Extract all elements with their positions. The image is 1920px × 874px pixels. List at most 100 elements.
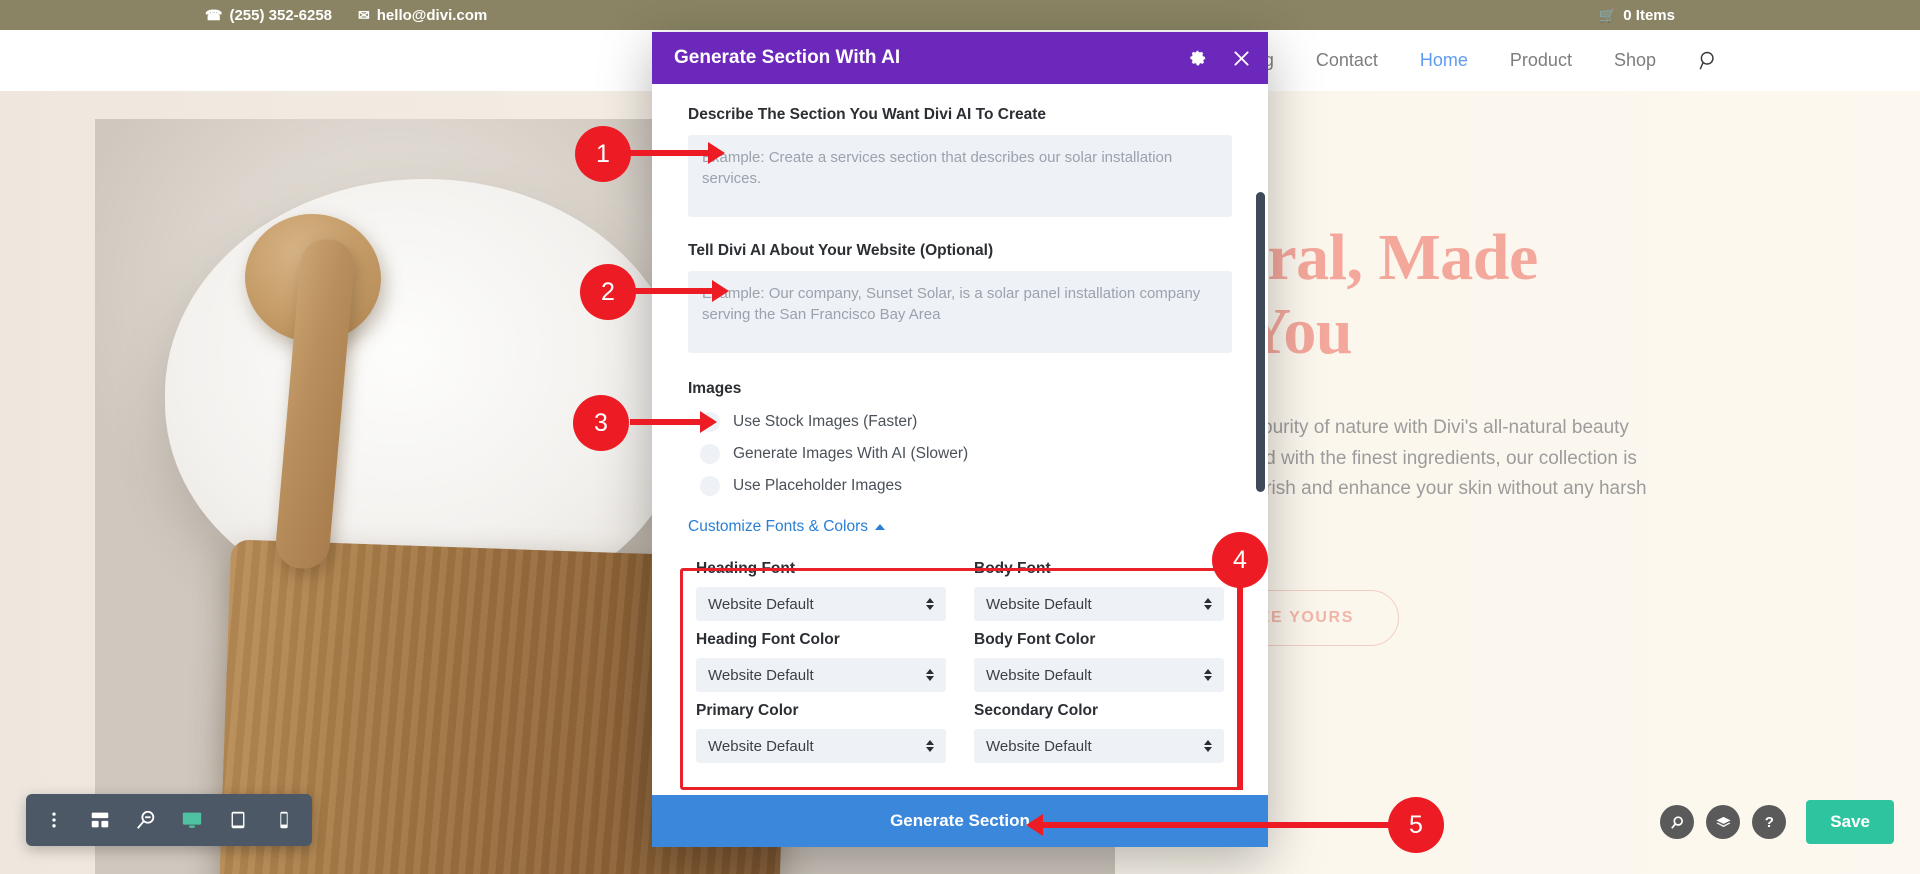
modal-header-actions xyxy=(1186,47,1252,69)
heading-font-color-select[interactable]: Website Default xyxy=(696,658,946,692)
placeholder-images-radio[interactable]: Use Placeholder Images xyxy=(700,476,1232,496)
body-font-field: Body Font Website Default xyxy=(974,550,1224,621)
customize-fonts-colors-label: Customize Fonts & Colors xyxy=(688,518,868,536)
body-font-color-field: Body Font Color Website Default xyxy=(974,621,1224,692)
radio-unselected-icon xyxy=(700,476,720,496)
zoom-out-icon[interactable] xyxy=(124,798,168,842)
radio-unselected-icon xyxy=(700,444,720,464)
site-top-bar: ☎ (255) 352-6258 ✉ hello@divi.com 🛒 0 It… xyxy=(0,0,1920,30)
close-icon[interactable] xyxy=(1230,47,1252,69)
topbar-phone[interactable]: ☎ (255) 352-6258 xyxy=(205,7,332,24)
heading-font-select[interactable]: Website Default xyxy=(696,587,946,621)
placeholder-images-label: Use Placeholder Images xyxy=(733,477,902,495)
ai-images-radio[interactable]: Generate Images With AI (Slower) xyxy=(700,444,1232,464)
topbar-cart-label: 0 Items xyxy=(1623,7,1675,24)
search-icon[interactable] xyxy=(1660,805,1694,839)
heading-font-value: Website Default xyxy=(708,596,814,613)
heading-font-field: Heading Font Website Default xyxy=(696,550,946,621)
nav-item-shop[interactable]: Shop xyxy=(1614,50,1656,71)
ai-images-label: Generate Images With AI (Slower) xyxy=(733,445,968,463)
primary-color-field: Primary Color Website Default xyxy=(696,692,946,763)
spinner-icon xyxy=(926,598,934,610)
generate-section-ai-modal: Generate Section With AI Describe The Se… xyxy=(652,32,1268,847)
annotation-line-5 xyxy=(1040,822,1390,828)
envelope-icon: ✉ xyxy=(358,8,370,22)
chevron-up-icon xyxy=(875,524,885,530)
vertical-dots-icon[interactable] xyxy=(32,798,76,842)
layers-icon[interactable] xyxy=(1706,805,1740,839)
annotation-marker-5: 5 xyxy=(1388,797,1444,853)
about-textarea[interactable] xyxy=(688,271,1232,353)
nav-item-contact[interactable]: Contact xyxy=(1316,50,1378,71)
topbar-contact-group: ☎ (255) 352-6258 ✉ hello@divi.com xyxy=(205,7,487,24)
body-font-select[interactable]: Website Default xyxy=(974,587,1224,621)
images-section-label: Images xyxy=(688,380,1232,398)
body-font-color-label: Body Font Color xyxy=(974,631,1224,649)
primary-color-label: Primary Color xyxy=(696,702,946,720)
annotation-badge-1: 1 xyxy=(575,126,631,182)
help-icon[interactable]: ? xyxy=(1752,805,1786,839)
annotation-line-2 xyxy=(634,288,714,294)
nav-item-product[interactable]: Product xyxy=(1510,50,1572,71)
annotation-line-4 xyxy=(1237,560,1243,790)
annotation-marker-4: 4 xyxy=(1212,532,1268,588)
modal-header: Generate Section With AI xyxy=(652,32,1268,84)
describe-label: Describe The Section You Want Divi AI To… xyxy=(688,106,1232,124)
primary-color-value: Website Default xyxy=(708,738,814,755)
about-label: Tell Divi AI About Your Website (Optiona… xyxy=(688,242,1232,260)
annotation-badge-4: 4 xyxy=(1212,532,1268,588)
wireframe-icon[interactable] xyxy=(78,798,122,842)
body-font-label: Body Font xyxy=(974,560,1224,578)
modal-scrollbar[interactable] xyxy=(1256,142,1265,795)
secondary-color-field: Secondary Color Website Default xyxy=(974,692,1224,763)
nav-item-home[interactable]: Home xyxy=(1420,50,1468,71)
save-button[interactable]: Save xyxy=(1806,800,1894,844)
annotation-badge-2: 2 xyxy=(580,264,636,320)
primary-color-select[interactable]: Website Default xyxy=(696,729,946,763)
search-icon[interactable] xyxy=(1698,50,1720,72)
gear-icon[interactable] xyxy=(1186,47,1208,69)
spinner-icon xyxy=(1204,740,1212,752)
nav-links: Blog Contact Home Product Shop xyxy=(1238,50,1720,72)
heading-font-color-value: Website Default xyxy=(708,667,814,684)
heading-font-color-field: Heading Font Color Website Default xyxy=(696,621,946,692)
topbar-email[interactable]: ✉ hello@divi.com xyxy=(358,7,487,24)
annotation-marker-3: 3 xyxy=(573,395,629,451)
annotation-line-1 xyxy=(630,150,710,156)
body-font-color-select[interactable]: Website Default xyxy=(974,658,1224,692)
secondary-color-label: Secondary Color xyxy=(974,702,1224,720)
annotation-badge-3: 3 xyxy=(573,395,629,451)
topbar-phone-label: (255) 352-6258 xyxy=(229,7,332,24)
builder-left-toolbar xyxy=(26,794,312,846)
fonts-colors-panel: Heading Font Website Default Body Font W… xyxy=(688,544,1232,773)
tablet-icon[interactable] xyxy=(216,798,260,842)
phone-icon: ☎ xyxy=(205,8,222,22)
cart-icon: 🛒 xyxy=(1599,8,1616,22)
spinner-icon xyxy=(1204,598,1212,610)
annotation-arrow-3 xyxy=(700,411,717,433)
phone-icon[interactable] xyxy=(262,798,306,842)
builder-right-toolbar: ? Save xyxy=(1660,796,1894,848)
generate-section-button[interactable]: Generate Section xyxy=(652,795,1268,847)
modal-title: Generate Section With AI xyxy=(674,47,900,69)
annotation-marker-1: 1 xyxy=(575,126,631,182)
topbar-cart[interactable]: 🛒 0 Items xyxy=(1599,7,1675,24)
annotation-arrow-2 xyxy=(712,280,729,302)
annotation-line-3 xyxy=(630,419,702,425)
secondary-color-value: Website Default xyxy=(986,738,1092,755)
annotation-arrow-1 xyxy=(708,142,725,164)
spinner-icon xyxy=(1204,669,1212,681)
desktop-icon[interactable] xyxy=(170,798,214,842)
secondary-color-select[interactable]: Website Default xyxy=(974,729,1224,763)
customize-fonts-colors-toggle[interactable]: Customize Fonts & Colors xyxy=(688,518,1232,536)
describe-field: Describe The Section You Want Divi AI To… xyxy=(688,106,1232,222)
spinner-icon xyxy=(926,740,934,752)
heading-font-label: Heading Font xyxy=(696,560,946,578)
annotation-badge-5: 5 xyxy=(1388,797,1444,853)
describe-textarea[interactable] xyxy=(688,135,1232,217)
spinner-icon xyxy=(926,669,934,681)
annotation-arrow-5 xyxy=(1026,814,1043,836)
modal-body: Describe The Section You Want Divi AI To… xyxy=(652,84,1268,795)
stock-images-radio[interactable]: Use Stock Images (Faster) xyxy=(700,412,1232,432)
body-font-color-value: Website Default xyxy=(986,667,1092,684)
